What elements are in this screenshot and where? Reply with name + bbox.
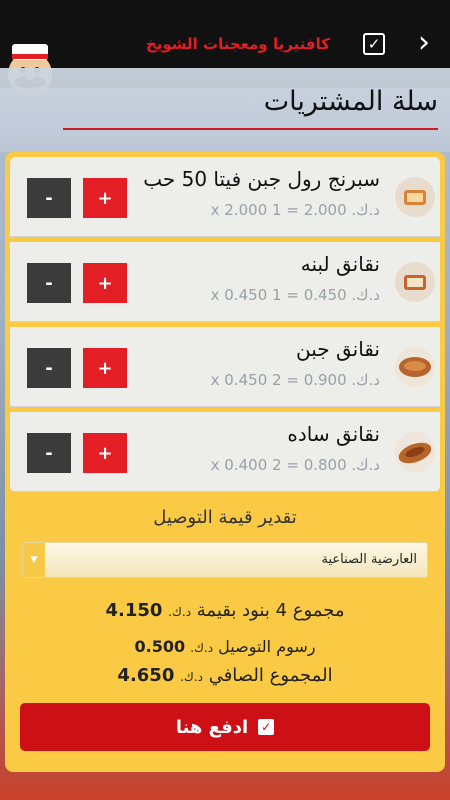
- item-price: د.ك. 0.800 = 2 x 0.400: [210, 456, 380, 474]
- items-total-value: 4.150: [105, 600, 163, 621]
- product-image: [395, 432, 435, 472]
- title-underline: [63, 128, 438, 130]
- delivery-fee-value: 0.500: [134, 637, 186, 656]
- increase-button[interactable]: +: [83, 263, 127, 303]
- item-name: سبرنج رول جبن فيتا 50 حب: [143, 167, 380, 191]
- dropdown-arrow-icon[interactable]: ▼: [23, 543, 45, 577]
- net-total-line: المجموع الصافي د.ك. 4.650: [5, 665, 445, 686]
- delivery-fee-currency: د.ك.: [190, 641, 214, 655]
- decrease-button[interactable]: -: [27, 348, 71, 388]
- product-image: [395, 262, 435, 302]
- item-name: نقانق جبن: [295, 337, 380, 361]
- cart-item: نقانق جبن د.ك. 0.900 = 2 x 0.450 + -: [10, 327, 440, 407]
- decrease-button[interactable]: -: [27, 433, 71, 473]
- page-header: سلة المشتريات: [0, 68, 450, 152]
- delivery-area-select[interactable]: العارضية الصناعية ▼: [22, 542, 428, 578]
- cart-items-list[interactable]: سبرنج رول جبن فيتا 50 حب د.ك. 2.000 = 1 …: [10, 157, 440, 492]
- items-total-line: مجموع 4 بنود بقيمة د.ك. 4.150: [5, 600, 445, 621]
- delivery-estimate-label: تقدير قيمة التوصيل: [153, 507, 297, 528]
- item-name: نقانق لبنه: [300, 252, 380, 276]
- net-total-text: المجموع الصافي: [208, 665, 333, 686]
- increase-button[interactable]: +: [83, 348, 127, 388]
- check-icon: ✓: [258, 719, 275, 735]
- increase-button[interactable]: +: [83, 433, 127, 473]
- chevron-right-icon[interactable]: ›: [410, 28, 438, 60]
- item-price: د.ك. 0.450 = 1 x 0.450: [210, 286, 380, 304]
- check-icon[interactable]: ✓: [363, 33, 385, 55]
- cart-item: نقانق لبنه د.ك. 0.450 = 1 x 0.450 + -: [10, 242, 440, 322]
- item-price: د.ك. 2.000 = 1 x 2.000: [210, 201, 380, 219]
- pay-button[interactable]: ✓ ادفع هنا: [20, 703, 430, 751]
- product-image: [395, 347, 435, 387]
- delivery-fee-text: رسوم التوصيل: [218, 637, 316, 656]
- cart-item: سبرنج رول جبن فيتا 50 حب د.ك. 2.000 = 1 …: [10, 157, 440, 237]
- net-total-value: 4.650: [117, 665, 175, 686]
- items-total-text: مجموع 4 بنود بقيمة: [196, 600, 345, 621]
- increase-button[interactable]: +: [83, 178, 127, 218]
- item-name: نقانق ساده: [287, 422, 380, 446]
- net-total-currency: د.ك.: [180, 670, 203, 684]
- pay-button-label: ادفع هنا: [175, 716, 249, 738]
- decrease-button[interactable]: -: [27, 178, 71, 218]
- app-title: كافتيريا ومعجنات الشويخ: [145, 35, 330, 53]
- product-image: [395, 177, 435, 217]
- item-price: د.ك. 0.900 = 2 x 0.450: [210, 371, 380, 389]
- page-title: سلة المشتريات: [263, 86, 438, 117]
- cart-item: نقانق ساده د.ك. 0.800 = 2 x 0.400 + -: [10, 412, 440, 492]
- cart-panel: سبرنج رول جبن فيتا 50 حب د.ك. 2.000 = 1 …: [5, 152, 445, 772]
- decrease-button[interactable]: -: [27, 263, 71, 303]
- delivery-fee-line: رسوم التوصيل د.ك. 0.500: [5, 637, 445, 656]
- items-total-currency: د.ك.: [168, 605, 192, 619]
- delivery-area-value: العارضية الصناعية: [321, 552, 417, 567]
